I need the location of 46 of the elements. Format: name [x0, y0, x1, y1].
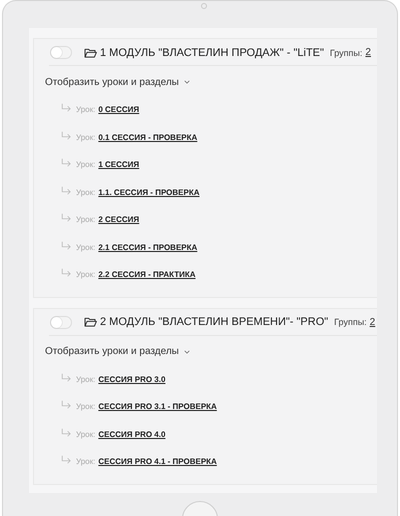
lesson-label: Урок:: [76, 132, 96, 142]
groups-label: Группы:: [328, 48, 362, 58]
return-arrow-icon: [61, 372, 71, 382]
lesson-link[interactable]: 0.1 СЕССИЯ - ПРОВЕРКА: [98, 132, 198, 142]
return-arrow-icon: [61, 428, 71, 437]
return-arrow-icon: [61, 186, 71, 195]
lesson-label: Урок:: [76, 402, 96, 412]
camera-icon: [201, 3, 207, 9]
lesson-label: Урок:: [76, 242, 96, 252]
return-arrow-icon: [61, 268, 71, 278]
lesson-link[interactable]: 2.1 СЕССИЯ - ПРОВЕРКА: [98, 242, 198, 252]
lesson-label: Урок:: [76, 270, 96, 280]
return-arrow-icon: [61, 400, 71, 410]
lesson-label: Урок:: [76, 215, 96, 224]
groups-count-link[interactable]: 2: [365, 47, 371, 58]
groups-count-link[interactable]: 2: [370, 316, 376, 328]
show-lessons-toggle[interactable]: Отобразить уроки и разделы: [45, 346, 179, 357]
folder-icon: [84, 48, 97, 58]
lesson-link[interactable]: 1 СЕССИЯ: [98, 160, 140, 170]
return-arrow-icon: [61, 158, 71, 168]
lesson-label: Урок:: [76, 457, 96, 466]
return-arrow-icon: [61, 130, 71, 140]
lesson-link[interactable]: СЕССИЯ PRO 3.1 - ПРОВЕРКА: [98, 402, 217, 412]
return-arrow-icon: [61, 455, 71, 464]
lesson-link[interactable]: 1.1. СЕССИЯ - ПРОВЕРКА: [98, 188, 200, 197]
module-title: 2 МОДУЛЬ "ВЛАСТЕЛИН ВРЕМЕНИ"- "PRO": [100, 316, 328, 328]
groups-label: Группы:: [333, 317, 367, 327]
folder-icon: [84, 317, 97, 327]
lesson-label: Урок:: [76, 160, 96, 170]
lesson-label: Урок:: [76, 374, 96, 384]
return-arrow-icon: [61, 240, 71, 250]
lesson-link[interactable]: 2.2 СЕССИЯ - ПРАКТИКА: [98, 270, 196, 280]
lesson-label: Урок:: [76, 105, 96, 114]
lesson-link[interactable]: СЕССИЯ PRO 4.0: [98, 430, 166, 439]
module-title: 1 МОДУЛЬ "ВЛАСТЕЛИН ПРОДАЖ" - "LiTE": [100, 46, 324, 58]
toggle-switch[interactable]: [50, 316, 72, 328]
show-lessons-toggle[interactable]: Отобразить уроки и разделы: [45, 76, 179, 88]
lesson-link[interactable]: СЕССИЯ PRO 3.0: [98, 374, 166, 384]
lesson-label: Урок:: [76, 430, 96, 439]
lesson-link[interactable]: 2 СЕССИЯ: [98, 215, 140, 224]
toggle-switch[interactable]: [50, 46, 72, 59]
return-arrow-icon: [61, 103, 71, 112]
lesson-link[interactable]: 0 СЕССИЯ: [98, 105, 140, 114]
lesson-label: Урок:: [76, 188, 96, 197]
lesson-link[interactable]: СЕССИЯ PRO 4.1 - ПРОВЕРКА: [98, 457, 217, 466]
return-arrow-icon: [61, 213, 71, 222]
